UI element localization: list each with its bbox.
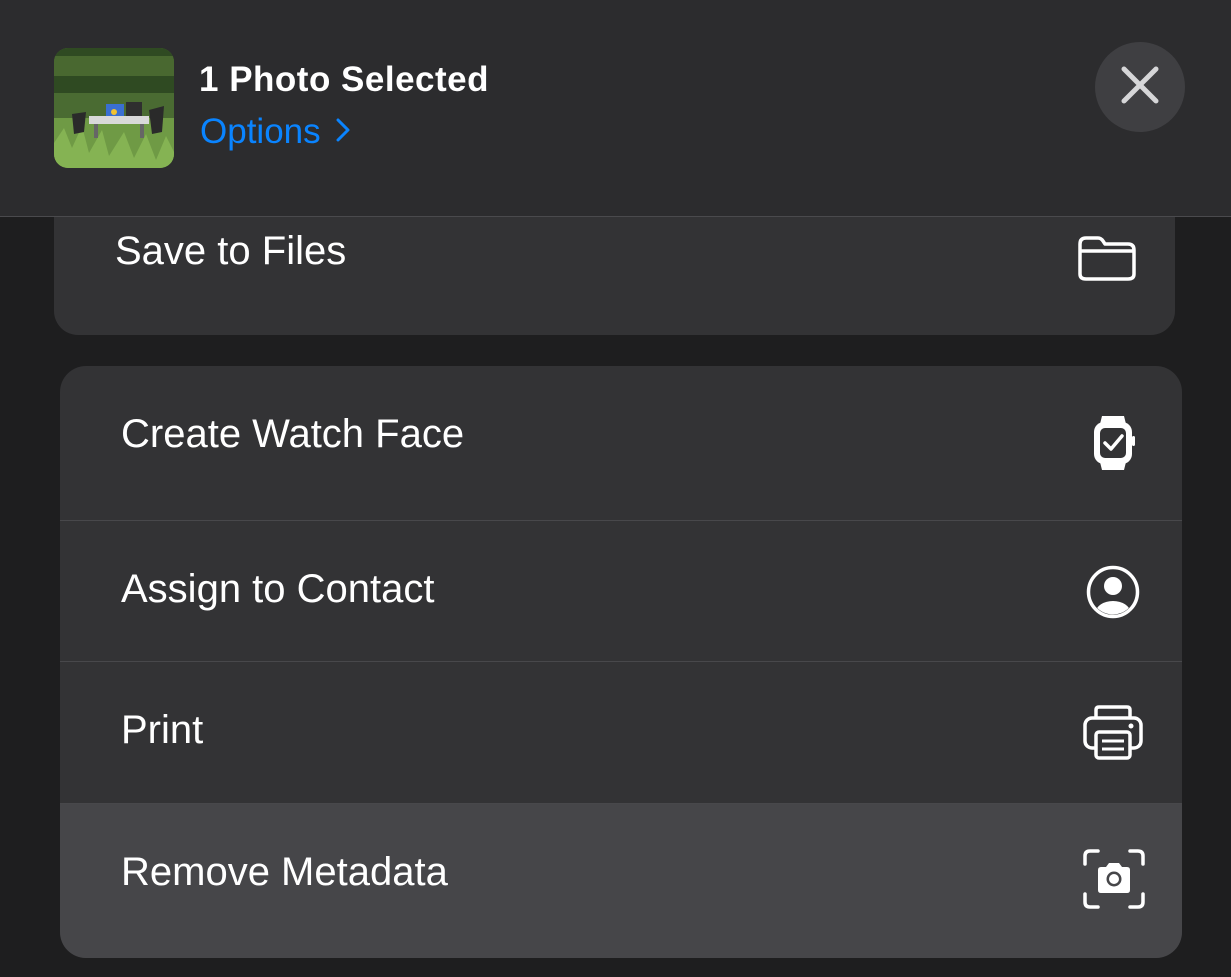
- action-print[interactable]: Print: [60, 662, 1182, 803]
- share-sheet-header: 1 Photo Selected Options: [0, 0, 1231, 217]
- close-button[interactable]: [1095, 42, 1185, 132]
- close-icon: [1120, 65, 1160, 110]
- photo-thumbnail: [54, 48, 174, 168]
- folder-icon: [1076, 234, 1138, 282]
- action-label: Print: [121, 708, 204, 752]
- action-save-to-files[interactable]: Save to Files: [54, 217, 1175, 335]
- action-label: Remove Metadata: [121, 850, 448, 894]
- action-create-watch-face[interactable]: Create Watch Face: [60, 366, 1182, 520]
- contact-icon: [1086, 565, 1140, 619]
- chevron-right-icon: [335, 112, 351, 152]
- action-label: Assign to Contact: [121, 567, 435, 611]
- action-remove-metadata[interactable]: Remove Metadata: [60, 804, 1182, 958]
- action-assign-to-contact[interactable]: Assign to Contact: [60, 521, 1182, 661]
- options-label: Options: [200, 112, 321, 151]
- action-label: Create Watch Face: [121, 412, 465, 456]
- watch-icon: [1090, 412, 1136, 474]
- share-sheet: 1 Photo Selected Options Save to Files C…: [0, 0, 1231, 977]
- selection-title: 1 Photo Selected: [199, 60, 490, 99]
- action-group-top: Save to Files: [54, 217, 1175, 335]
- action-group-main: Create Watch Face Assign to Contact Prin…: [60, 366, 1182, 958]
- options-link[interactable]: Options: [200, 112, 351, 152]
- action-label: Save to Files: [115, 229, 347, 273]
- camera-viewfinder-icon: [1082, 848, 1146, 910]
- printer-icon: [1082, 704, 1144, 762]
